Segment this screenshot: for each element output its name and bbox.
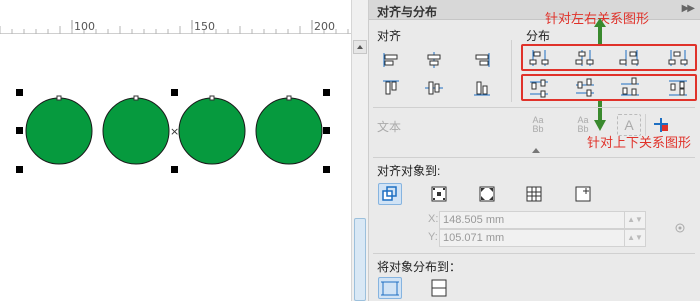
distribute-top-button[interactable] (527, 77, 551, 99)
align-to-page-edge-button[interactable] (427, 183, 451, 205)
ruler-label-200: 200 (314, 20, 335, 33)
distribute-spacing-horizontal-button[interactable] (666, 47, 690, 69)
text-first-line-baseline-button[interactable]: Aa Bb (526, 114, 550, 136)
align-bottom-button[interactable] (470, 77, 494, 99)
selection-handle-top-mid[interactable] (171, 89, 178, 96)
distribute-left-button[interactable] (527, 47, 551, 69)
distribute-to-selection-extent-button[interactable] (378, 277, 402, 299)
align-top-button[interactable] (379, 77, 403, 99)
vertical-scrollbar[interactable] (351, 0, 368, 301)
green-up-arrow-icon (594, 18, 606, 44)
distribute-bottom-button[interactable] (618, 77, 642, 99)
scroll-thumb[interactable] (354, 218, 366, 301)
align-to-specified-point-button[interactable] (571, 183, 595, 205)
docker-title: 对齐与分布 (377, 5, 438, 19)
green-circle-2[interactable] (102, 97, 170, 165)
scroll-up-button[interactable] (353, 40, 367, 54)
text-section-label: 文本 (377, 120, 402, 134)
horizontal-ruler: 100 150 200 (0, 0, 351, 34)
distribute-center-horizontal-button[interactable] (573, 47, 597, 69)
selection-handle-top-right[interactable] (323, 89, 330, 96)
collapse-up-icon[interactable] (531, 147, 541, 154)
double-arrow-right-icon[interactable]: ▶▶ (682, 3, 695, 14)
ruler-ticks (0, 20, 349, 34)
selected-shapes-group[interactable]: × (0, 34, 351, 301)
target-point-icon[interactable] (674, 222, 686, 234)
node-marker (286, 95, 292, 101)
drawing-canvas[interactable]: 100 150 200 × (0, 0, 368, 301)
selection-handle-bottom-left[interactable] (16, 166, 23, 173)
text-bounding-box-button[interactable]: A (617, 114, 641, 136)
section-divider (511, 40, 512, 102)
selection-handle-bottom-right[interactable] (323, 166, 330, 173)
selection-handle-bottom-mid[interactable] (171, 166, 178, 173)
align-to-section-label: 对齐对象到: (377, 164, 441, 178)
selection-handle-top-left[interactable] (16, 89, 23, 96)
y-label: Y: (428, 231, 438, 243)
text-icon-sublabel: Bb (532, 124, 544, 134)
distribute-to-section-label: 将对象分布到： (377, 260, 462, 274)
green-circle-1[interactable] (25, 97, 93, 165)
align-right-button[interactable] (470, 49, 494, 71)
distribute-center-vertical-button[interactable] (573, 77, 597, 99)
section-divider (645, 114, 646, 136)
node-marker (133, 95, 139, 101)
node-marker (56, 95, 62, 101)
ruler-label-150: 150 (194, 20, 215, 33)
ruler-label-100: 100 (74, 20, 95, 33)
align-to-active-objects-button[interactable] (378, 183, 402, 205)
distribute-spacing-vertical-button[interactable] (666, 77, 690, 99)
text-last-line-baseline-button[interactable]: Aa Bb (571, 114, 595, 136)
green-down-arrow-icon (594, 101, 606, 131)
section-divider (373, 157, 695, 158)
node-marker (209, 95, 215, 101)
text-icon-sublabel: Bb (577, 124, 589, 134)
green-circle-3[interactable] (178, 97, 246, 165)
distribute-section-label: 分布 (526, 29, 551, 43)
green-circle-4[interactable] (255, 97, 323, 165)
align-to-page-center-button[interactable] (475, 183, 499, 205)
align-distribute-docker: 对齐与分布 ▶▶ 对齐 分布 针对左右关系图形 针对上下关系图形 文本 Aa B… (368, 0, 700, 301)
align-left-button[interactable] (379, 49, 403, 71)
align-center-vertical-button[interactable] (422, 77, 446, 99)
x-spinner[interactable]: ▲▼ (624, 211, 646, 229)
align-to-page-icon[interactable] (650, 114, 674, 136)
x-label: X: (428, 213, 439, 225)
x-coordinate-input[interactable]: 148.505 mm (439, 211, 625, 229)
y-spinner[interactable]: ▲▼ (624, 229, 646, 247)
align-to-grid-button[interactable] (522, 183, 546, 205)
center-marker: × (170, 125, 179, 138)
align-center-horizontal-button[interactable] (422, 49, 446, 71)
distribute-right-button[interactable] (618, 47, 642, 69)
y-coordinate-input[interactable]: 105.071 mm (439, 229, 625, 247)
align-section-label: 对齐 (377, 29, 402, 43)
distribute-to-page-extent-button[interactable] (427, 277, 451, 299)
docker-title-bar: 对齐与分布 ▶▶ (369, 0, 700, 20)
section-divider (373, 107, 695, 108)
selection-handle-mid-right[interactable] (323, 127, 330, 134)
selection-handle-mid-left[interactable] (16, 127, 23, 134)
section-divider (373, 253, 695, 254)
